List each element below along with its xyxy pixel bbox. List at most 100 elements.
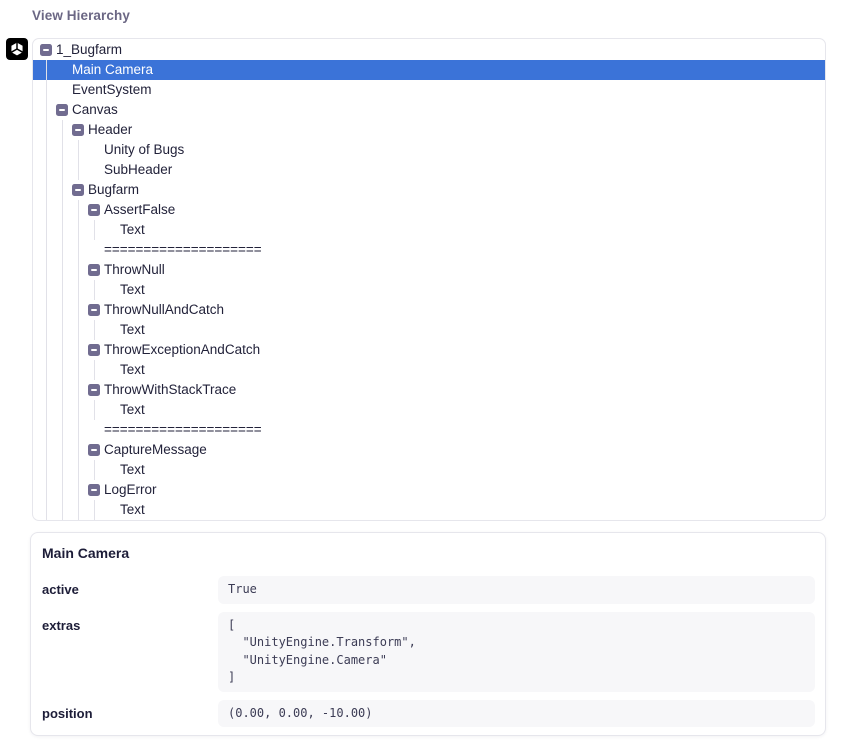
collapse-toggle-icon[interactable] (88, 344, 100, 356)
tree-node-row[interactable]: Text (104, 360, 825, 380)
tree-node-label: Main Camera (72, 60, 153, 80)
tree-node-row[interactable]: Header (72, 120, 825, 140)
tree-node-row[interactable]: 1_Bugfarm (40, 40, 825, 60)
tree-node: Text (104, 280, 825, 300)
tree-node-row[interactable]: Bugfarm (72, 180, 825, 200)
tree-node: Text (104, 320, 825, 340)
tree-node: BugfarmAssertFalseText==================… (72, 180, 825, 520)
tree-children-group: AssertFalseText====================Throw… (78, 200, 825, 520)
tree-node-row[interactable]: AssertFalse (88, 200, 825, 220)
details-rows: activeTrueextras[ "UnityEngine.Transform… (41, 576, 815, 727)
collapse-toggle-icon[interactable] (72, 184, 84, 196)
tree-node: ==================== (88, 240, 825, 260)
tree-node-row[interactable]: ThrowWithStackTrace (88, 380, 825, 400)
tree-node-label: LogError (104, 480, 157, 500)
tree-node: AssertFalseText (88, 200, 825, 240)
tree-node: Text (104, 460, 825, 480)
collapse-toggle-icon[interactable] (56, 104, 68, 116)
tree-node-row[interactable]: SubHeader (88, 160, 825, 180)
unity-platform-badge (6, 38, 28, 60)
tree-node-row[interactable]: Text (104, 320, 825, 340)
node-details-panel: Main Camera activeTrueextras[ "UnityEngi… (30, 532, 826, 736)
tree-node-label: SubHeader (104, 160, 172, 180)
tree-node-row[interactable]: Unity of Bugs (88, 140, 825, 160)
property-row: position(0.00, 0.00, -10.00) (41, 700, 815, 728)
tree-node-row[interactable]: Text (104, 220, 825, 240)
tree-node-row[interactable]: ThrowExceptionAndCatch (88, 340, 825, 360)
property-key: position (41, 700, 218, 721)
tree-node: LogErrorText (88, 480, 825, 520)
tree-node: Text (104, 400, 825, 420)
tree-children-group: Text (94, 220, 825, 240)
tree-node-label: 1_Bugfarm (56, 40, 122, 60)
tree-node-row[interactable]: EventSystem (56, 80, 825, 100)
collapse-toggle-icon[interactable] (88, 264, 100, 276)
tree-node-label: ThrowNullAndCatch (104, 300, 224, 320)
tree-children-group: Text (94, 280, 825, 300)
tree-children-group: Text (94, 320, 825, 340)
tree-node: Text (104, 220, 825, 240)
tree-node-label: Text (120, 320, 145, 340)
tree-node-row[interactable]: Text (104, 460, 825, 480)
tree-children-group: Text (94, 460, 825, 480)
collapse-toggle-icon[interactable] (72, 124, 84, 136)
tree-node-label: ==================== (104, 240, 262, 260)
tree-node: 1_BugfarmMain CameraEventSystemCanvasHea… (40, 40, 825, 520)
tree-node-label: Header (88, 120, 132, 140)
tree-node-row[interactable]: Text (104, 400, 825, 420)
tree-node: Unity of Bugs (88, 140, 825, 160)
tree-node: CaptureMessageText (88, 440, 825, 480)
tree-node-label: Text (120, 460, 145, 480)
property-value: True (218, 576, 815, 604)
tree-node-label: Unity of Bugs (104, 140, 184, 160)
property-value: [ "UnityEngine.Transform", "UnityEngine.… (218, 612, 815, 692)
property-row: activeTrue (41, 576, 815, 604)
tree-node-row[interactable]: CaptureMessage (88, 440, 825, 460)
tree-children-group: Unity of BugsSubHeader (78, 140, 825, 180)
view-hierarchy-tree-panel: 1_BugfarmMain CameraEventSystemCanvasHea… (32, 38, 826, 521)
tree-node-row[interactable]: Main Camera (56, 60, 825, 80)
tree-node: HeaderUnity of BugsSubHeader (72, 120, 825, 180)
tree-node-row[interactable]: ==================== (88, 240, 825, 260)
tree-node: ThrowNullAndCatchText (88, 300, 825, 340)
collapse-toggle-icon[interactable] (88, 444, 100, 456)
property-key: extras (41, 612, 218, 633)
tree-children-group: Text (94, 400, 825, 420)
collapse-toggle-icon[interactable] (88, 384, 100, 396)
tree-node-row[interactable]: ==================== (88, 420, 825, 440)
page-title: View Hierarchy (32, 8, 130, 23)
tree-node-label: Text (120, 400, 145, 420)
tree-node-label: ThrowExceptionAndCatch (104, 340, 260, 360)
tree-node: Text (104, 360, 825, 380)
collapse-toggle-icon[interactable] (88, 304, 100, 316)
tree-node-label: AssertFalse (104, 200, 175, 220)
tree-node-label: Text (120, 500, 145, 520)
view-hierarchy-widget: View Hierarchy 1_BugfarmMain CameraEvent… (0, 0, 855, 750)
property-key: active (41, 576, 218, 597)
property-row: extras[ "UnityEngine.Transform", "UnityE… (41, 612, 815, 692)
tree-children-group: HeaderUnity of BugsSubHeaderBugfarmAsser… (62, 120, 825, 520)
tree-node-row[interactable]: ThrowNull (88, 260, 825, 280)
tree-node-row[interactable]: LogError (88, 480, 825, 500)
tree-node: SubHeader (88, 160, 825, 180)
tree-node-row[interactable]: Canvas (56, 100, 825, 120)
tree-node-label: CaptureMessage (104, 440, 207, 460)
tree-node-label: ThrowWithStackTrace (104, 380, 236, 400)
tree-node: Main Camera (56, 60, 825, 80)
tree-node: ThrowNullText (88, 260, 825, 300)
tree-node-row[interactable]: ThrowNullAndCatch (88, 300, 825, 320)
tree-node-label: EventSystem (72, 80, 152, 100)
tree-node-row[interactable]: Text (104, 280, 825, 300)
tree-node-label: Text (120, 360, 145, 380)
collapse-toggle-icon[interactable] (88, 484, 100, 496)
collapse-toggle-icon[interactable] (88, 204, 100, 216)
tree-node-label: Text (120, 220, 145, 240)
tree-node-label: Text (120, 280, 145, 300)
tree-node: ThrowWithStackTraceText (88, 380, 825, 420)
tree-node-label: Canvas (72, 100, 118, 120)
hierarchy-tree: 1_BugfarmMain CameraEventSystemCanvasHea… (33, 39, 825, 520)
collapse-toggle-icon[interactable] (40, 44, 52, 56)
tree-node-row[interactable]: Text (104, 500, 825, 520)
tree-node-label: Bugfarm (88, 180, 139, 200)
tree-node: ThrowExceptionAndCatchText (88, 340, 825, 380)
